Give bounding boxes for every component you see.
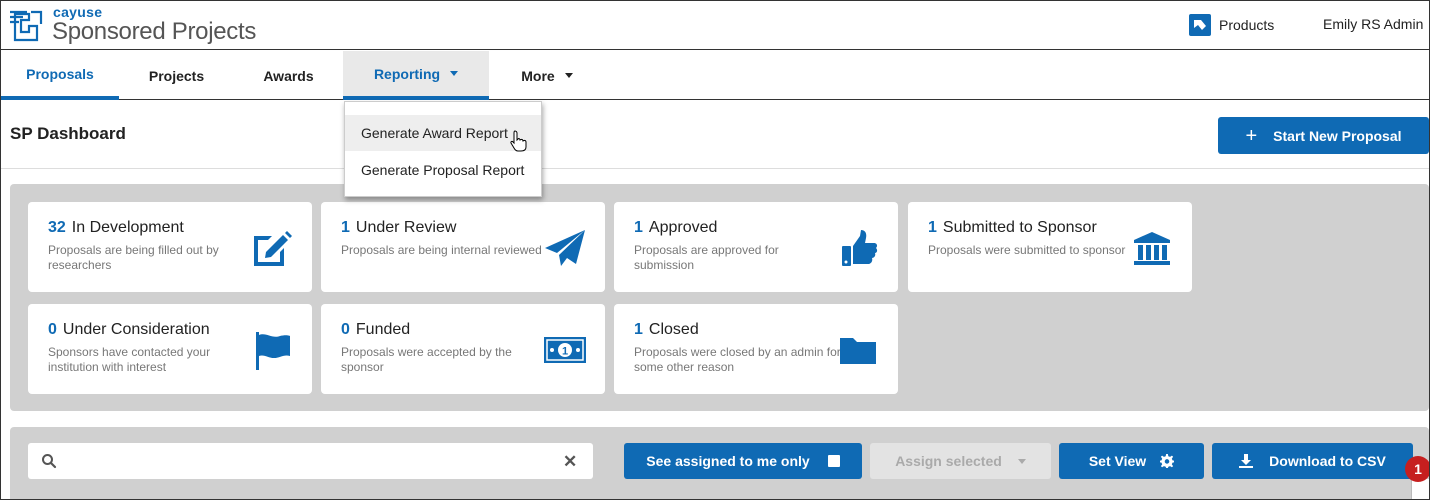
card-description: Sponsors have contacted your institution…	[48, 345, 211, 374]
plus-icon: +	[1245, 124, 1258, 147]
card-approved[interactable]: 1 Approved Proposals are approved for sub…	[614, 202, 898, 292]
gear-icon	[1160, 454, 1175, 468]
notification-badge[interactable]: 1	[1405, 456, 1429, 482]
tab-reporting[interactable]: Reporting	[343, 51, 489, 100]
chevron-down-icon	[450, 71, 459, 76]
download-csv-label: Download to CSV	[1269, 453, 1386, 469]
card-under-review[interactable]: 1 Under Review Proposals are being intern…	[321, 202, 605, 292]
card-description: Proposals are being filled out by resear…	[48, 243, 219, 272]
hand-cursor-icon	[510, 130, 527, 152]
card-description: Proposals were closed by an admin for so…	[634, 345, 841, 374]
assign-selected-dropdown[interactable]: Assign selected	[870, 443, 1051, 479]
card-heading: 32 In Development	[48, 219, 184, 237]
user-menu[interactable]: Emily RS Admin	[1323, 16, 1423, 32]
download-icon	[1239, 454, 1254, 468]
see-assigned-to-me-button[interactable]: See assigned to me only	[624, 443, 862, 479]
card-description: Proposals are approved for submission	[634, 243, 779, 272]
start-new-proposal-button[interactable]: + Start New Proposal	[1218, 117, 1429, 154]
card-description: Proposals were accepted by the sponsor	[341, 345, 512, 374]
paper-plane-icon	[545, 230, 585, 266]
download-csv-button[interactable]: Download to CSV	[1212, 443, 1413, 479]
top-header: cayuse Sponsored Projects Products Emily…	[1, 1, 1429, 50]
see-assigned-to-me-label: See assigned to me only	[646, 453, 810, 469]
close-icon[interactable]: ✕	[563, 452, 577, 472]
card-in-development[interactable]: 32 In Development Proposals are being fil…	[28, 202, 312, 292]
card-count: 1	[341, 219, 350, 236]
card-title: Funded	[355, 321, 411, 338]
card-heading: 0 Funded	[341, 321, 410, 339]
checkbox-icon	[827, 455, 840, 467]
menu-item-generate-proposal-report[interactable]: Generate Proposal Report	[345, 152, 541, 188]
chevron-down-icon	[564, 73, 573, 78]
institution-icon	[1134, 232, 1170, 265]
tab-awards[interactable]: Awards	[234, 51, 343, 100]
products-icon	[1189, 14, 1211, 36]
card-heading: 0 Under Consideration	[48, 321, 210, 339]
card-under-consideration[interactable]: 0 Under Consideration Sponsors have conta…	[28, 304, 312, 394]
card-funded[interactable]: 0 Funded Proposals were accepted by the s…	[321, 304, 605, 394]
search-icon	[42, 454, 57, 469]
card-title: In Development	[71, 219, 184, 236]
assign-selected-label: Assign selected	[895, 453, 1002, 469]
tab-projects-label: Projects	[148, 67, 205, 84]
card-count: 0	[48, 321, 57, 338]
card-heading: 1 Approved	[634, 219, 717, 237]
start-new-proposal-label: Start New Proposal	[1273, 127, 1402, 144]
set-view-label: Set View	[1088, 453, 1147, 469]
app-title: Sponsored Projects	[52, 18, 257, 45]
search-box: ✕	[28, 443, 593, 479]
search-input[interactable]	[68, 447, 548, 475]
chevron-down-icon	[1017, 458, 1026, 464]
card-title: Under Review	[355, 219, 457, 236]
tab-more[interactable]: More	[489, 51, 605, 100]
tab-proposals-label: Proposals	[26, 65, 94, 82]
folder-icon	[840, 338, 876, 364]
card-submitted-to-sponsor[interactable]: 1 Submitted to Sponsor Proposals were sub…	[908, 202, 1192, 292]
card-heading: 1 Closed	[634, 321, 699, 339]
card-heading: 1 Submitted to Sponsor	[928, 219, 1097, 237]
card-count: 32	[48, 219, 66, 236]
main-nav: Proposals Projects Awards Reporting More	[1, 51, 1429, 100]
card-heading: 1 Under Review	[341, 219, 456, 237]
card-title: Approved	[648, 219, 718, 236]
card-title: Submitted to Sponsor	[942, 219, 1097, 236]
cayuse-logo-icon	[10, 10, 43, 42]
tab-reporting-label: Reporting	[373, 65, 441, 82]
edit-icon	[254, 231, 292, 266]
tab-more-label: More	[521, 67, 555, 84]
card-title: Under Consideration	[62, 321, 210, 338]
svg-text:1: 1	[562, 346, 568, 358]
card-count: 1	[634, 321, 643, 338]
card-count: 1	[634, 219, 643, 236]
money-icon: 1	[544, 337, 586, 363]
card-closed[interactable]: 1 Closed Proposals were closed by an admi…	[614, 304, 898, 394]
tab-awards-label: Awards	[263, 67, 314, 84]
side-panel-tab[interactable]	[1411, 479, 1429, 499]
card-count: 0	[341, 321, 350, 338]
card-description: Proposals are being internal reviewed	[341, 243, 542, 257]
card-title: Closed	[648, 321, 699, 338]
products-label: Products	[1219, 17, 1275, 33]
tab-proposals[interactable]: Proposals	[1, 51, 119, 100]
flag-icon	[256, 332, 290, 370]
products-menu[interactable]: Products	[1189, 13, 1274, 37]
tab-projects[interactable]: Projects	[119, 51, 234, 100]
set-view-button[interactable]: Set View	[1059, 443, 1204, 479]
card-count: 1	[928, 219, 937, 236]
divider	[1, 168, 1429, 169]
card-description: Proposals were submitted to sponsor	[928, 243, 1126, 257]
thumbs-up-icon	[842, 230, 878, 266]
app-window: cayuse Sponsored Projects Products Emily…	[0, 0, 1430, 500]
page-title: SP Dashboard	[10, 124, 126, 143]
